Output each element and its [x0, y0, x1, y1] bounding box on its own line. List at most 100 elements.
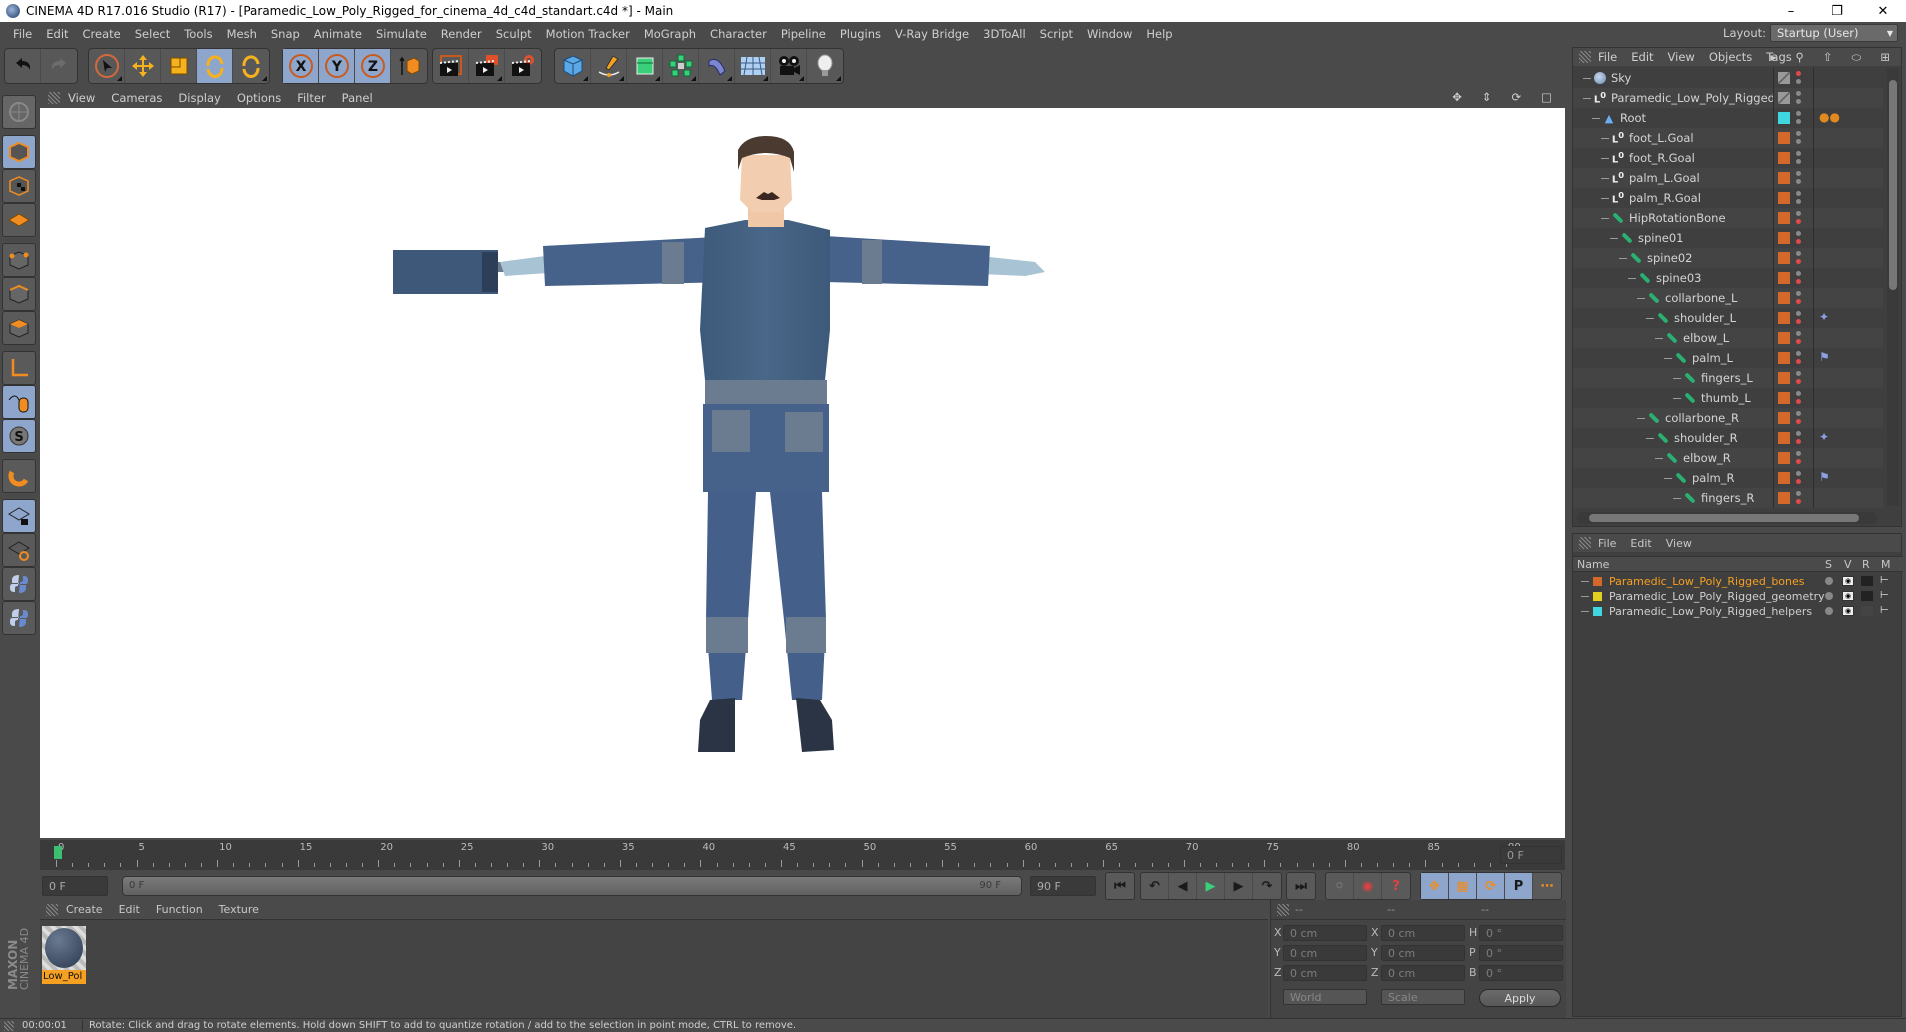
ik-chain-tag-icon[interactable]: ✦	[1819, 430, 1829, 444]
menu-render[interactable]: Render	[434, 27, 489, 41]
viewport-menu-cameras[interactable]: Cameras	[103, 91, 170, 105]
workplane-lock-button[interactable]	[2, 499, 36, 533]
python-script-button-2[interactable]	[2, 601, 36, 635]
panel-grip-icon[interactable]	[48, 92, 60, 104]
object-row[interactable]: HipRotationBone	[1573, 208, 1883, 228]
layer-color-swatch[interactable]	[1778, 212, 1790, 224]
visibility-dots[interactable]	[1796, 351, 1801, 365]
om-menu-file[interactable]: File	[1591, 50, 1624, 64]
menu-tools[interactable]: Tools	[177, 27, 219, 41]
rotate-tool[interactable]	[197, 49, 233, 83]
object-row[interactable]: L0 foot_L.Goal	[1573, 128, 1883, 148]
play-button[interactable]: ▶	[1197, 873, 1225, 899]
3d-viewport[interactable]	[40, 108, 1565, 838]
restore-button[interactable]: ❐	[1814, 0, 1860, 22]
visibility-dots[interactable]	[1796, 331, 1801, 345]
menu-help[interactable]: Help	[1139, 27, 1179, 41]
ik-chain-tag-icon[interactable]: ✦	[1819, 310, 1829, 324]
viewport-menu-filter[interactable]: Filter	[289, 91, 333, 105]
column-render[interactable]: R	[1862, 558, 1870, 571]
om-vertical-scrollbar[interactable]	[1887, 68, 1899, 506]
minimize-button[interactable]: –	[1768, 0, 1814, 22]
object-row[interactable]: fingers_R	[1573, 488, 1883, 508]
om-hscroll-thumb[interactable]	[1589, 514, 1859, 522]
cube-button[interactable]	[555, 49, 591, 83]
position-y-field[interactable]: 0 cm	[1283, 945, 1367, 961]
object-row[interactable]: L0 palm_L.Goal	[1573, 168, 1883, 188]
lm-menu-view[interactable]: View	[1659, 537, 1699, 550]
size-mode-dropdown[interactable]: Scale	[1381, 989, 1465, 1005]
layer-color-swatch[interactable]	[1778, 432, 1790, 444]
rotation-p-field[interactable]: 0 °	[1479, 945, 1563, 961]
position-z-field[interactable]: 0 cm	[1283, 965, 1367, 981]
live-selection-tool[interactable]	[89, 49, 125, 83]
object-row[interactable]: palm_L ⚑	[1573, 348, 1883, 368]
menu-script[interactable]: Script	[1033, 27, 1080, 41]
bend-deformer-button[interactable]	[699, 49, 735, 83]
visibility-dots[interactable]	[1796, 291, 1801, 305]
layer-color-swatch[interactable]	[1593, 592, 1602, 601]
menu-window[interactable]: Window	[1080, 27, 1139, 41]
menu-mesh[interactable]: Mesh	[220, 27, 264, 41]
material-menu-texture[interactable]: Texture	[211, 903, 267, 916]
menu-mograph[interactable]: MoGraph	[637, 27, 703, 41]
layer-color-swatch[interactable]	[1778, 292, 1790, 304]
object-row[interactable]: shoulder_R ✦	[1573, 428, 1883, 448]
visibility-dots[interactable]	[1796, 411, 1801, 425]
autokey-button[interactable]: ?	[1382, 873, 1410, 899]
menu-animate[interactable]: Animate	[307, 27, 369, 41]
material-menu-create[interactable]: Create	[58, 903, 111, 916]
texture-mode-button[interactable]	[2, 169, 36, 203]
object-row[interactable]: shoulder_L ✦	[1573, 308, 1883, 328]
manager-tree-icon[interactable]: ⊢	[1880, 605, 1889, 616]
subdivision-surface-button[interactable]	[627, 49, 663, 83]
menu-edit[interactable]: Edit	[39, 27, 75, 41]
floor-button[interactable]	[735, 49, 771, 83]
psr-constraint-tag-icon[interactable]: ⚑	[1819, 350, 1830, 364]
go-to-start-button[interactable]: ⏮	[1105, 872, 1135, 900]
apply-button[interactable]: Apply	[1479, 989, 1561, 1007]
visibility-dots[interactable]	[1796, 91, 1801, 105]
coordinate-mode-dropdown[interactable]: World	[1283, 989, 1367, 1005]
start-frame-field[interactable]: 0 F	[42, 876, 108, 896]
om-menu-objects[interactable]: Objects	[1702, 50, 1759, 64]
next-key-button[interactable]: ↷	[1253, 873, 1281, 899]
layer-color-swatch[interactable]	[1778, 332, 1790, 344]
layer-color-swatch[interactable]	[1778, 252, 1790, 264]
search-icon[interactable]: ⚲	[1788, 50, 1810, 65]
layer-color-swatch[interactable]	[1778, 412, 1790, 424]
menu-select[interactable]: Select	[128, 27, 177, 41]
size-y-field[interactable]: 0 cm	[1381, 945, 1465, 961]
manager-tree-icon[interactable]: ⊢	[1880, 590, 1889, 601]
workplane-align-button[interactable]	[2, 533, 36, 567]
layer-color-swatch[interactable]	[1778, 452, 1790, 464]
layer-color-swatch[interactable]	[1778, 492, 1790, 504]
object-row[interactable]: spine01	[1573, 228, 1883, 248]
layer-color-swatch[interactable]	[1778, 232, 1790, 244]
menu-vray-bridge[interactable]: V-Ray Bridge	[888, 27, 976, 41]
panel-grip-icon[interactable]	[1579, 537, 1591, 549]
coordinate-system-toggle[interactable]	[391, 49, 427, 83]
layer-color-swatch[interactable]	[1778, 272, 1790, 284]
render-clapper-icon[interactable]	[1861, 591, 1873, 601]
z-axis-toggle[interactable]: Z	[355, 49, 391, 83]
visibility-dots[interactable]	[1796, 271, 1801, 285]
previous-key-button[interactable]: ↶	[1141, 873, 1169, 899]
recent-tool[interactable]	[233, 49, 269, 83]
visibility-dots[interactable]	[1796, 451, 1801, 465]
layer-color-swatch[interactable]	[1778, 472, 1790, 484]
current-frame-field[interactable]: 0 F	[1500, 846, 1562, 864]
layer-color-swatch[interactable]	[1593, 577, 1602, 586]
menu-simulate[interactable]: Simulate	[369, 27, 434, 41]
psr-constraint-tag-icon[interactable]: ⚑	[1819, 470, 1830, 484]
menu-motion-tracker[interactable]: Motion Tracker	[539, 27, 637, 41]
layer-color-swatch[interactable]	[1778, 132, 1790, 144]
rotation-b-field[interactable]: 0 °	[1479, 965, 1563, 981]
frame-range-slider[interactable]: 0 F 90 F	[122, 876, 1022, 896]
menu-file[interactable]: File	[6, 27, 39, 41]
close-button[interactable]: ✕	[1860, 0, 1906, 22]
model-mode-button[interactable]	[2, 135, 36, 169]
solo-toggle[interactable]	[1825, 607, 1833, 615]
key-rotation-button[interactable]: ⟳	[1477, 873, 1505, 899]
column-solo[interactable]: S	[1825, 558, 1832, 571]
